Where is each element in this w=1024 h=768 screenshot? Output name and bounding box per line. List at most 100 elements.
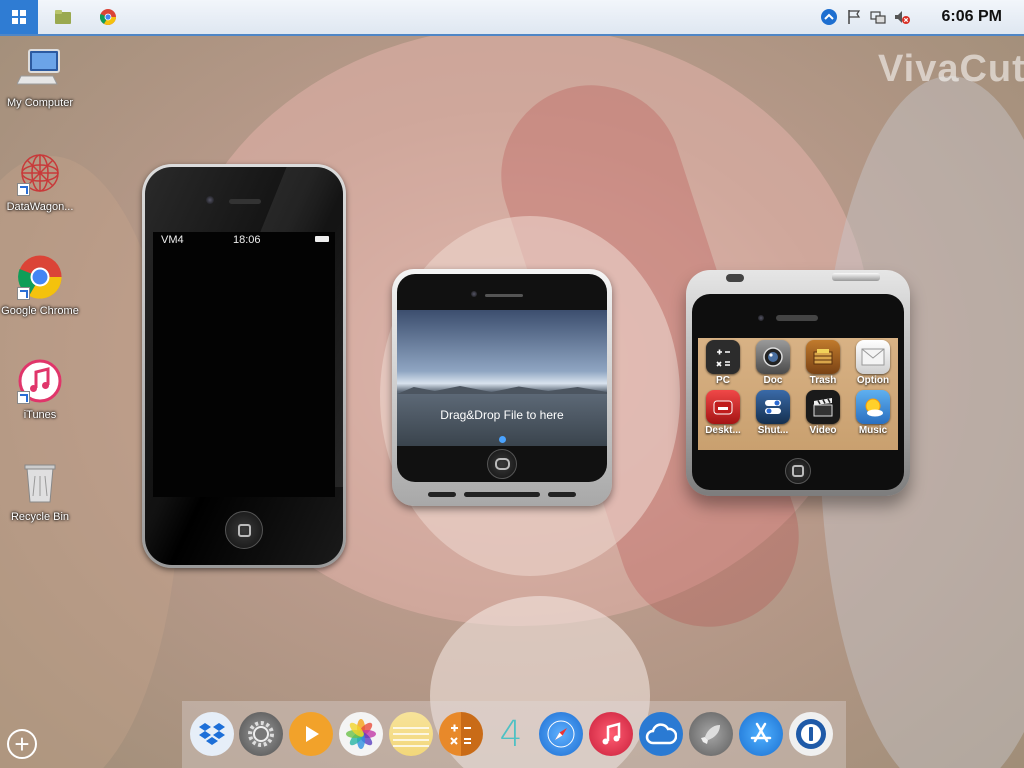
battery-icon (315, 236, 329, 242)
app-label: Option (856, 375, 890, 386)
app-trash[interactable]: Trash (798, 340, 848, 386)
home-square-icon (792, 465, 804, 477)
cloud-icon (645, 723, 677, 745)
trash-crate-icon (806, 340, 840, 374)
sun-weather-icon (856, 390, 890, 424)
dock-notes[interactable] (389, 712, 433, 756)
desktop-icon-datawagon[interactable]: DataWagon... (0, 150, 82, 215)
dropbox-icon (199, 723, 225, 745)
app-label: Music (858, 425, 888, 436)
iphone-widget-dropzone[interactable]: Drag&Drop File to here (392, 269, 612, 506)
status-time: 18:06 (233, 234, 261, 246)
power-button[interactable] (832, 273, 880, 281)
home-square-icon (494, 458, 510, 470)
safari-compass-icon (547, 720, 575, 748)
app-music[interactable]: Music (848, 390, 898, 436)
page-indicator-dot (499, 436, 506, 443)
password-keyhole-icon (796, 719, 826, 749)
shortcut-arrow-icon (17, 391, 30, 404)
carrier-name: VM4 (161, 234, 184, 246)
rocket-icon (701, 725, 720, 744)
computer-icon (16, 49, 60, 85)
dock-calculator[interactable] (439, 712, 483, 756)
mail-icon (856, 340, 890, 374)
app-grid-screen: PC Doc Trash Option Deskt... Shut... Vid… (698, 338, 898, 450)
desktop-icon-label: Google Chrome (1, 305, 79, 317)
dock-play[interactable] (289, 712, 333, 756)
desktop-icon-label: DataWagon... (6, 201, 74, 213)
drop-zone[interactable]: Drag&Drop File to here (397, 310, 607, 446)
dock-rocket[interactable] (689, 712, 733, 756)
add-widget-button[interactable]: + (7, 729, 37, 759)
mailbox-icon (706, 390, 740, 424)
desktop-icon-label: iTunes (23, 409, 57, 421)
shortcut-arrow-icon (17, 183, 30, 196)
app-label: Deskt... (705, 425, 741, 436)
dock-connector (392, 482, 612, 506)
windows-logo-icon (12, 10, 26, 24)
taskbar-clock[interactable]: 6:06 PM (942, 8, 1002, 26)
home-button[interactable] (225, 511, 263, 549)
dock-settings[interactable] (239, 712, 283, 756)
app-desktop[interactable]: Deskt... (698, 390, 748, 436)
desktop-icon-label: Recycle Bin (10, 511, 70, 523)
front-camera (758, 315, 764, 321)
dock-safari[interactable] (539, 712, 583, 756)
start-button[interactable] (0, 0, 38, 34)
settings-gear-icon (248, 721, 274, 747)
app-option[interactable]: Option (848, 340, 898, 386)
app-doc[interactable]: Doc (748, 340, 798, 386)
desktop-icon-itunes[interactable]: iTunes (0, 358, 82, 423)
desktop-icon-label: My Computer (6, 97, 74, 109)
play-icon (306, 726, 319, 742)
desktop-icon-google-chrome[interactable]: Google Chrome (0, 254, 82, 319)
earpiece-speaker (229, 199, 261, 204)
photos-flower-icon (346, 719, 376, 749)
app-pc[interactable]: PC (698, 340, 748, 386)
home-square-icon (237, 523, 251, 537)
network-icon[interactable] (870, 9, 886, 25)
iphone-widget-app-grid[interactable]: PC Doc Trash Option Deskt... Shut... Vid… (686, 270, 910, 496)
app-label: Video (809, 425, 837, 436)
app-shutdown[interactable]: Shut... (748, 390, 798, 436)
taskbar-file-manager[interactable] (52, 6, 74, 28)
phone-screen[interactable]: VM4 18:06 (153, 232, 335, 497)
dock-photos[interactable] (339, 712, 383, 756)
plus-icon: + (14, 729, 30, 759)
home-button[interactable] (785, 458, 811, 484)
front-camera (471, 291, 477, 297)
drop-zone-text: Drag&Drop File to here (440, 408, 564, 422)
calculator-icon (450, 724, 471, 745)
dock-music[interactable] (589, 712, 633, 756)
headphone-jack (726, 274, 744, 282)
dock-cloud[interactable] (639, 712, 683, 756)
desktop-icon-my-computer[interactable]: My Computer (0, 46, 82, 111)
dock-app-store[interactable] (739, 712, 783, 756)
shortcut-arrow-icon (17, 287, 30, 300)
music-note-icon (602, 722, 621, 745)
iphone-widget-tall[interactable]: VM4 18:06 (142, 164, 346, 568)
notes-icon (393, 727, 429, 747)
app-label: PC (716, 375, 730, 386)
app-store-icon (750, 722, 772, 743)
wallpaper-logo: VivaCut (878, 48, 1024, 90)
dock-password[interactable] (789, 712, 833, 756)
file-manager-icon (55, 10, 71, 24)
switch-icon (756, 390, 790, 424)
clapper-icon (806, 390, 840, 424)
dock-dropbox[interactable] (190, 712, 234, 756)
app-label: Shut... (757, 425, 789, 436)
dock-number-four[interactable]: 4 (489, 712, 533, 756)
home-button[interactable] (487, 449, 517, 479)
flag-icon[interactable] (846, 9, 862, 25)
app-dock: 4 (182, 701, 846, 768)
front-camera (206, 196, 214, 204)
volume-muted-icon[interactable] (894, 9, 910, 25)
calculator-icon (706, 340, 740, 374)
desktop-icon-recycle-bin[interactable]: Recycle Bin (0, 460, 82, 525)
chrome-icon (100, 9, 116, 25)
up-arrow-icon[interactable] (821, 9, 837, 25)
app-video[interactable]: Video (798, 390, 848, 436)
camera-icon (756, 340, 790, 374)
taskbar-chrome[interactable] (97, 6, 119, 28)
